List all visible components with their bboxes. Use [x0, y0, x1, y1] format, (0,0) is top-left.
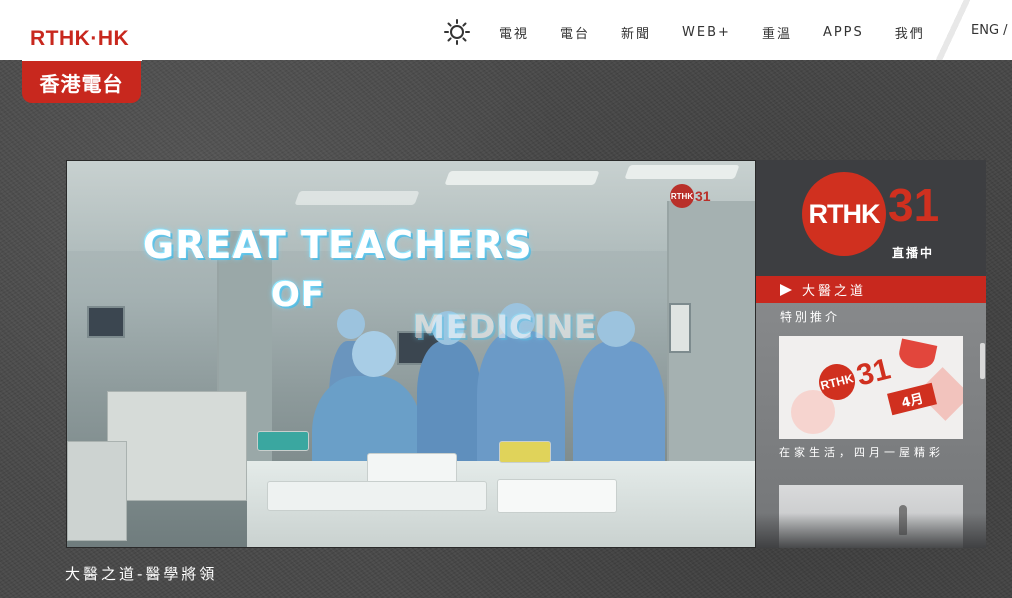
video-player[interactable]: GREAT TEACHERS OF MEDICINE RTHK 31 [66, 160, 756, 548]
recommend-label: 特別推介 [780, 310, 841, 324]
instrument-tray [257, 431, 309, 451]
surgeon-figure [417, 341, 481, 471]
logo-text: RTHK·HK [30, 27, 130, 50]
site-logo[interactable]: RTHK·HK 香港電台 [22, 17, 142, 103]
ceiling-light [294, 191, 420, 205]
play-icon [780, 283, 792, 296]
nav-item-apps[interactable]: APPS [823, 25, 864, 40]
nav-item-about-us[interactable]: 我們 [895, 23, 925, 42]
instrument-tray [497, 479, 617, 513]
fade-overlay [756, 513, 986, 548]
supply-cabinet [67, 441, 127, 541]
logo-bottom: 香港電台 [22, 61, 141, 103]
title-line-3: MEDICINE [413, 308, 598, 346]
channel-watermark: RTHK 31 [670, 183, 714, 209]
ceiling-light [624, 165, 740, 179]
recommend-scrollbar[interactable] [980, 343, 985, 379]
now-playing-title: 大醫之道 [802, 284, 867, 299]
video-caption: 大醫之道-醫學將領 [65, 565, 218, 583]
site-header: 電視 電台 新聞 WEB+ 重溫 APPS 我們 ENG / [0, 0, 1012, 60]
live-indicator: 直播中 [892, 246, 935, 260]
surgeon-head [597, 311, 635, 347]
language-switcher: ENG / [932, 0, 1012, 60]
brightness-toggle-icon[interactable] [443, 18, 471, 46]
channel-logo[interactable]: RTHK 31 直播中 [802, 172, 952, 264]
nav-item-radio[interactable]: 電台 [560, 23, 590, 42]
nav-item-web-plus[interactable]: WEB+ [682, 25, 731, 40]
card-month-badge: 4月 [887, 382, 937, 416]
main-nav: 電視 電台 新聞 WEB+ 重溫 APPS 我們 [443, 18, 925, 46]
channel-number: 31 [888, 179, 940, 231]
nav-item-tv[interactable]: 電視 [499, 23, 529, 42]
logo-top: RTHK·HK [22, 17, 142, 61]
recommend-section: 特別推介 RTHK 31 4月 在家生活，四月一屋精彩 [756, 303, 986, 548]
nav-item-replay[interactable]: 重溫 [762, 23, 792, 42]
surgeon-head [352, 331, 396, 377]
logo-subtitle: 香港電台 [39, 71, 124, 96]
card-number: 31 [853, 352, 894, 393]
language-link[interactable]: ENG / [971, 23, 1008, 38]
supply-cabinet [107, 391, 247, 501]
divider [932, 0, 970, 60]
nav-item-news[interactable]: 新聞 [621, 23, 651, 42]
channel-logo-circle: RTHK [802, 172, 886, 256]
instrument-tray [499, 441, 551, 463]
instrument-tray [267, 481, 487, 511]
ceiling-light [444, 171, 600, 185]
channel-side-panel: RTHK 31 直播中 大醫之道 特別推介 RTHK 31 4月 在家生活，四月… [756, 160, 986, 548]
title-line-1: GREAT TEACHERS [143, 223, 533, 267]
program-title-overlay: GREAT TEACHERS OF MEDICINE [143, 223, 743, 346]
watermark-logo: RTHK [670, 184, 694, 208]
watermark-number: 31 [695, 188, 711, 204]
recommend-card-caption[interactable]: 在家生活，四月一屋精彩 [779, 445, 965, 461]
now-playing-bar[interactable]: 大醫之道 [756, 276, 986, 303]
medical-monitor [87, 306, 125, 338]
recommend-card[interactable]: RTHK 31 4月 [779, 336, 963, 439]
decorative-shape [896, 338, 938, 372]
channel-header: RTHK 31 直播中 [756, 160, 986, 276]
